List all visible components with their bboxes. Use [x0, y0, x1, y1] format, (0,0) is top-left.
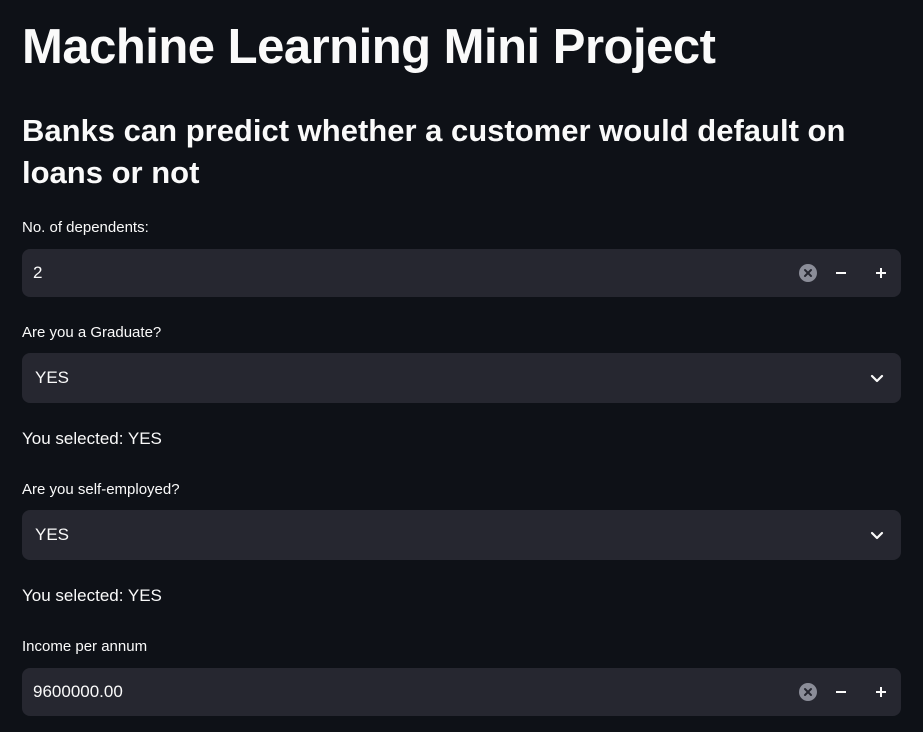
graduate-label: Are you a Graduate?	[22, 324, 162, 341]
graduate-selected-text: You selected: YES	[22, 429, 162, 448]
page-title: Machine Learning Mini Project	[22, 20, 716, 74]
clear-icon[interactable]	[799, 683, 817, 701]
income-value[interactable]: 9600000.00	[33, 668, 123, 716]
dependents-label: No. of dependents:	[22, 219, 149, 236]
minus-icon	[836, 272, 846, 274]
income-label: Income per annum	[22, 638, 148, 655]
minus-icon	[836, 691, 846, 693]
app-page: Machine Learning Mini Project Banks can …	[0, 0, 923, 732]
self-employed-label: Are you self-employed?	[22, 481, 180, 498]
self-employed-selected-value[interactable]: YES	[35, 510, 69, 560]
plus-icon	[876, 268, 886, 278]
chevron-down-icon[interactable]	[869, 527, 885, 543]
dependents-number-input[interactable]: 2	[22, 249, 901, 297]
dependents-value[interactable]: 2	[33, 249, 42, 297]
decrement-button[interactable]	[821, 249, 861, 297]
page-subtitle: Banks can predict whether a customer wou…	[22, 113, 846, 190]
self-employed-select[interactable]: YES	[22, 510, 901, 560]
income-number-input[interactable]: 9600000.00	[22, 668, 901, 716]
graduate-selected-value[interactable]: YES	[35, 353, 69, 403]
increment-button[interactable]	[861, 668, 901, 716]
clear-icon[interactable]	[799, 264, 817, 282]
chevron-down-icon[interactable]	[869, 370, 885, 386]
plus-icon	[876, 687, 886, 697]
graduate-select[interactable]: YES	[22, 353, 901, 403]
self-employed-selected-text: You selected: YES	[22, 586, 162, 605]
increment-button[interactable]	[861, 249, 901, 297]
decrement-button[interactable]	[821, 668, 861, 716]
